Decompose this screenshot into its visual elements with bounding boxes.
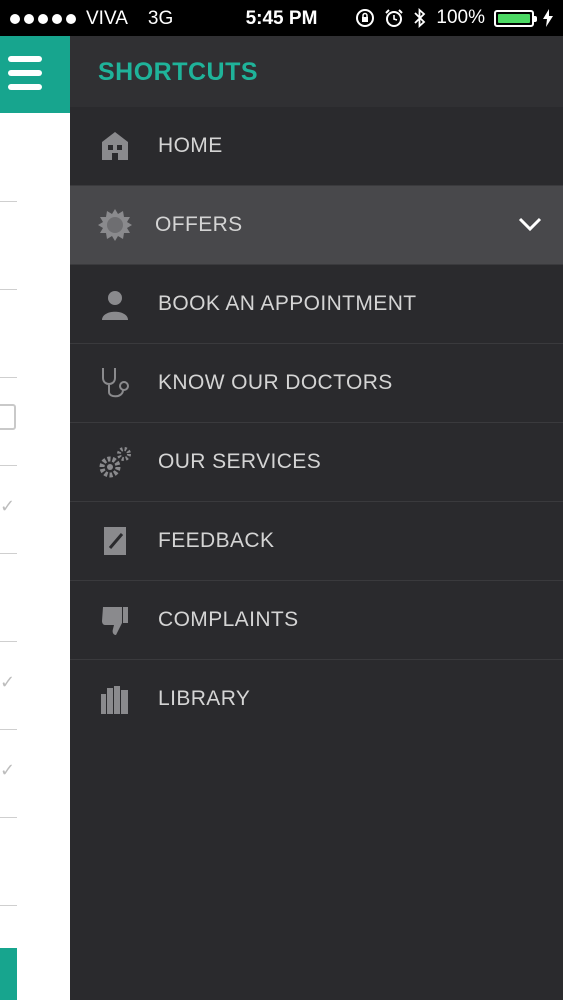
- edit-note-icon: [104, 527, 126, 555]
- chevron-down-icon[interactable]: [517, 214, 543, 234]
- menu-item-label: COMPLAINTS: [158, 608, 299, 631]
- charging-bolt-icon: [543, 9, 553, 27]
- thumbs-down-icon: [102, 607, 128, 635]
- books-icon: [101, 686, 128, 714]
- menu-item-offers[interactable]: OFFERS: [70, 186, 563, 265]
- check-icon: ✓: [0, 760, 16, 781]
- stethoscope-icon: [102, 368, 129, 398]
- menu-item-complaints[interactable]: COMPLAINTS: [70, 581, 563, 660]
- divider: [0, 377, 17, 378]
- menu-item-label: FEEDBACK: [158, 529, 275, 552]
- battery-percent: 100%: [436, 7, 485, 28]
- divider: [0, 289, 17, 290]
- divider: [0, 201, 17, 202]
- home-icon: [102, 132, 128, 160]
- menu-item-home[interactable]: HOME: [70, 107, 563, 186]
- background-screen: ✓ ✓ ✓: [0, 36, 70, 1000]
- menu-item-our-services[interactable]: OUR SERVICES: [70, 423, 563, 502]
- hamburger-menu-button[interactable]: [0, 36, 70, 113]
- menu-item-library[interactable]: LIBRARY: [70, 660, 563, 738]
- status-right: 100%: [355, 7, 553, 29]
- menu-item-feedback[interactable]: FEEDBACK: [70, 502, 563, 581]
- menu-item-label: BOOK AN APPOINTMENT: [158, 292, 417, 315]
- status-bar: VIVA 3G 5:45 PM 100%: [0, 0, 563, 36]
- bluetooth-icon: [414, 8, 426, 28]
- menu-item-label: OUR SERVICES: [158, 450, 322, 473]
- calendar-icon: [0, 404, 16, 430]
- divider: [0, 465, 17, 466]
- person-icon: [102, 291, 128, 320]
- drawer-header: SHORTCUTS: [70, 36, 563, 107]
- offer-badge-icon: [98, 209, 132, 241]
- alarm-icon: [385, 9, 404, 27]
- navigation-drawer: SHORTCUTS HOME OFFERS BOOK AN APPOINTMEN…: [70, 36, 563, 1000]
- battery-icon: [494, 9, 537, 27]
- gears-icon: [99, 447, 131, 478]
- menu-item-label: KNOW OUR DOCTORS: [158, 371, 393, 394]
- bottom-button[interactable]: [0, 948, 17, 1000]
- check-icon: ✓: [0, 496, 16, 517]
- menu-item-label: LIBRARY: [158, 687, 251, 710]
- menu-item-book-appointment[interactable]: BOOK AN APPOINTMENT: [70, 265, 563, 344]
- rotation-lock-icon: [356, 9, 375, 27]
- menu-item-label: HOME: [158, 134, 223, 157]
- check-icon: ✓: [0, 672, 16, 693]
- menu-item-label: OFFERS: [155, 213, 243, 236]
- divider: [0, 905, 17, 906]
- divider: [0, 729, 17, 730]
- divider: [0, 553, 17, 554]
- divider: [0, 817, 17, 818]
- menu-item-know-our-doctors[interactable]: KNOW OUR DOCTORS: [70, 344, 563, 423]
- drawer-title: SHORTCUTS: [98, 58, 259, 86]
- divider: [0, 641, 17, 642]
